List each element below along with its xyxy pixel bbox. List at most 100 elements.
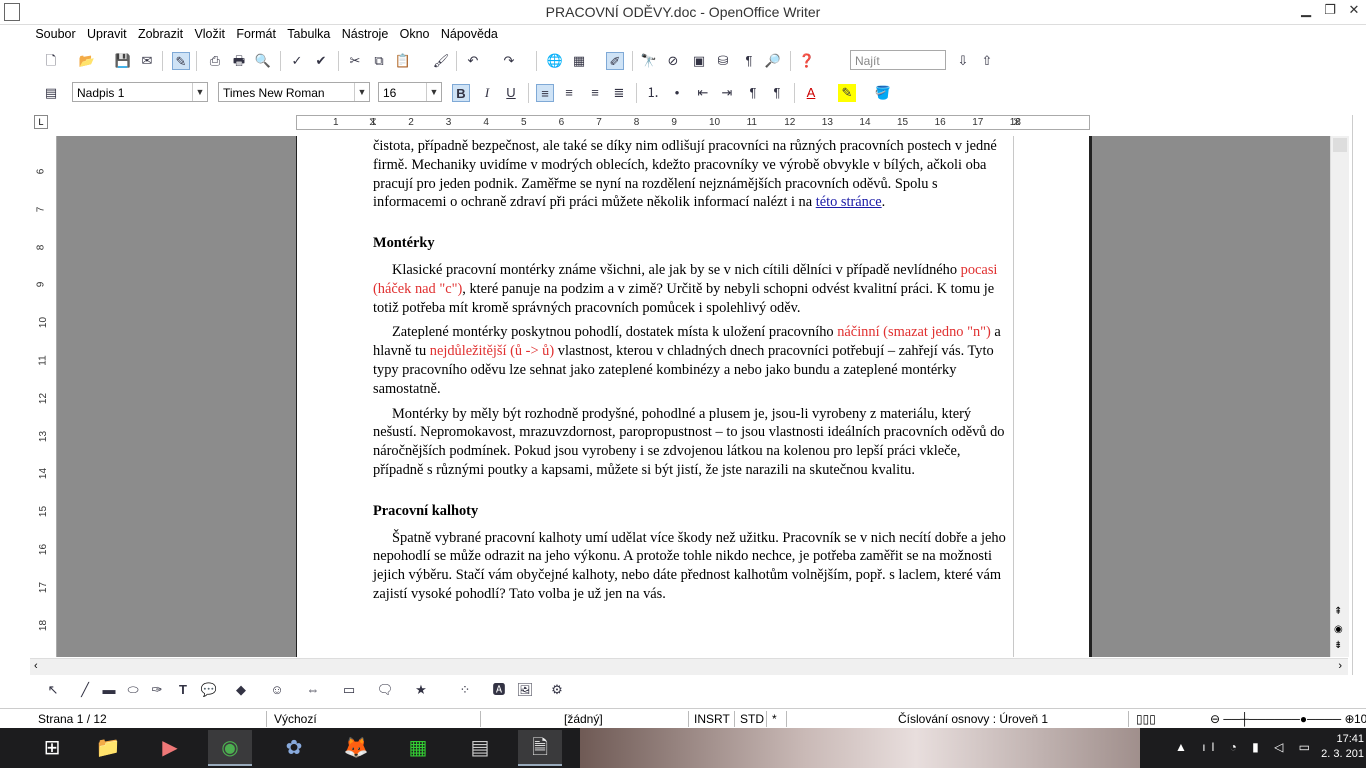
menu-format[interactable]: Formát: [232, 25, 280, 41]
openoffice-writer-icon[interactable]: 🗎: [518, 730, 562, 766]
start-icon[interactable]: ⊞: [30, 730, 74, 766]
firefox-icon[interactable]: 🦊: [334, 730, 378, 766]
menu-zobrazit[interactable]: Zobrazit: [134, 25, 187, 41]
extrusion-icon[interactable]: ⚙: [548, 681, 566, 699]
callout-icon[interactable]: 💬: [200, 681, 218, 699]
menu-nastroje[interactable]: Nástroje: [338, 25, 393, 41]
rectangle-icon[interactable]: ▬: [100, 681, 118, 699]
open-folder-icon[interactable]: 📂: [78, 52, 96, 70]
font-color-icon[interactable]: A: [802, 84, 820, 102]
align-left-icon[interactable]: ≡: [536, 84, 554, 102]
undo-icon[interactable]: ↶: [464, 52, 482, 70]
paste-icon[interactable]: 📋: [394, 52, 412, 70]
redo-icon[interactable]: ↷: [500, 52, 518, 70]
help-icon[interactable]: ❓: [798, 52, 816, 70]
document-body[interactable]: čistota, případně bezpečnost, ale také s…: [373, 137, 1013, 610]
block-arrows-icon[interactable]: ⇔: [304, 681, 322, 699]
spellcheck-icon[interactable]: ✓: [288, 52, 306, 70]
navigator-icon[interactable]: ⊘: [664, 52, 682, 70]
hyperlink-icon[interactable]: 🌐: [546, 52, 564, 70]
callouts-icon[interactable]: 🗨: [376, 681, 394, 699]
paragraph-ltr-icon[interactable]: ¶: [744, 84, 762, 102]
gallery-icon[interactable]: ▣: [690, 52, 708, 70]
scroll-left-icon[interactable]: ‹: [34, 660, 38, 672]
bullets-icon[interactable]: •: [668, 84, 686, 102]
line-icon[interactable]: ╱: [76, 681, 94, 699]
system-tray[interactable]: ▲ ıl ◔ ▮ ◁ ▭: [1175, 740, 1316, 754]
new-document-icon[interactable]: 🗋: [42, 52, 60, 70]
export-pdf-icon[interactable]: ⎙: [206, 52, 224, 70]
cut-icon[interactable]: ✂: [346, 52, 364, 70]
autospellcheck-icon[interactable]: ✔: [312, 52, 330, 70]
zoom-icon[interactable]: 🔎: [764, 52, 782, 70]
menu-upravit[interactable]: Upravit: [83, 25, 131, 41]
language[interactable]: [žádný]: [564, 712, 603, 726]
points-icon[interactable]: ⁘: [456, 681, 474, 699]
menu-vlozit[interactable]: Vložit: [190, 25, 229, 41]
table-icon[interactable]: ▦: [570, 52, 588, 70]
indent-marker-icon[interactable]: ⧖: [1013, 116, 1021, 129]
excel-icon[interactable]: ▦: [396, 730, 440, 766]
edit-mode-icon[interactable]: ✎: [172, 52, 190, 70]
menu-napoveda[interactable]: Nápověda: [437, 25, 502, 41]
view-layout-icon[interactable]: ▯▯▯: [1136, 712, 1156, 726]
find-replace-icon[interactable]: 🔭: [640, 52, 658, 70]
close-button[interactable]: ✕: [1342, 2, 1366, 20]
find-input[interactable]: Najít: [850, 50, 946, 70]
find-next-icon[interactable]: ⇩: [954, 52, 972, 70]
font-name-select[interactable]: Times New Roman ▼: [218, 82, 370, 102]
basic-shapes-icon[interactable]: ◆: [232, 681, 250, 699]
horizontal-scrollbar[interactable]: ‹ ›: [30, 658, 1348, 675]
decrease-indent-icon[interactable]: ⇤: [694, 84, 712, 102]
draw-functions-icon[interactable]: ✐: [606, 52, 624, 70]
select-pointer-icon[interactable]: ↖: [44, 681, 62, 699]
symbol-shapes-icon[interactable]: ☺: [268, 681, 286, 699]
previous-page-icon[interactable]: ⇞: [1334, 606, 1342, 617]
menu-soubor[interactable]: Soubor: [31, 25, 79, 41]
menu-tabulka[interactable]: Tabulka: [283, 25, 334, 41]
ellipse-icon[interactable]: ⬭: [124, 681, 142, 699]
email-icon[interactable]: ✉: [138, 52, 156, 70]
align-center-icon[interactable]: ≡: [560, 84, 578, 102]
insert-mode[interactable]: INSRT: [694, 712, 730, 726]
zoom-slider[interactable]: ⊖ ──┼──────●──── ⊕: [1210, 712, 1355, 726]
data-sources-icon[interactable]: ⛁: [714, 52, 732, 70]
fontwork-icon[interactable]: 🅰: [490, 681, 508, 699]
flowchart-icon[interactable]: ▭: [340, 681, 358, 699]
navigation-icon[interactable]: ◉: [1334, 624, 1343, 635]
scroll-thumb[interactable]: [1333, 138, 1347, 152]
print-icon[interactable]: 🖶: [230, 52, 248, 70]
increase-indent-icon[interactable]: ⇥: [718, 84, 736, 102]
calculator-icon[interactable]: ▤: [458, 730, 502, 766]
paragraph-rtl-icon[interactable]: ¶: [768, 84, 786, 102]
copy-icon[interactable]: ⧉: [370, 52, 388, 70]
justify-icon[interactable]: ≣: [610, 84, 628, 102]
from-file-icon[interactable]: 🖼: [516, 681, 534, 699]
clock[interactable]: 17:41 2. 3. 201: [1321, 732, 1364, 762]
vertical-ruler[interactable]: 6 7 8 9 10 11 12 13 14 15 16 17 18: [30, 136, 57, 657]
chrome-icon[interactable]: ◉: [208, 730, 252, 766]
save-icon[interactable]: 💾: [114, 52, 132, 70]
find-previous-icon[interactable]: ⇧: [978, 52, 996, 70]
italic-button[interactable]: I: [478, 84, 496, 102]
selection-mode[interactable]: STD: [740, 712, 764, 726]
menu-okno[interactable]: Okno: [396, 25, 434, 41]
tab-stop-selector[interactable]: L: [34, 115, 48, 129]
background-color-icon[interactable]: 🪣: [874, 84, 892, 102]
bold-button[interactable]: B: [452, 84, 470, 102]
sidebar-strip[interactable]: [1352, 115, 1366, 675]
paragraph-style-select[interactable]: Nadpis 1 ▼: [72, 82, 208, 102]
media-player-icon[interactable]: ▶: [148, 730, 192, 766]
photo-app-icon[interactable]: ✿: [272, 730, 316, 766]
numbering-icon[interactable]: ⒈: [644, 84, 662, 102]
page-style[interactable]: Výchozí: [274, 712, 317, 726]
stars-icon[interactable]: ★: [412, 681, 430, 699]
styles-formatting-icon[interactable]: ▤: [42, 84, 60, 102]
text-icon[interactable]: T: [174, 681, 192, 699]
horizontal-ruler[interactable]: 1 1 2 3 4 5 6 7 8 9 10 11 12 13 14 15 16 17 18 ⧖ ⧖: [296, 115, 1090, 130]
vertical-scrollbar[interactable]: ⇞ ◉ ⇟: [1330, 136, 1349, 657]
format-paintbrush-icon[interactable]: 🖌: [432, 52, 450, 70]
hyperlink[interactable]: této stránce: [816, 194, 882, 210]
next-page-icon[interactable]: ⇟: [1334, 640, 1342, 651]
restore-button[interactable]: ❐: [1318, 2, 1342, 20]
